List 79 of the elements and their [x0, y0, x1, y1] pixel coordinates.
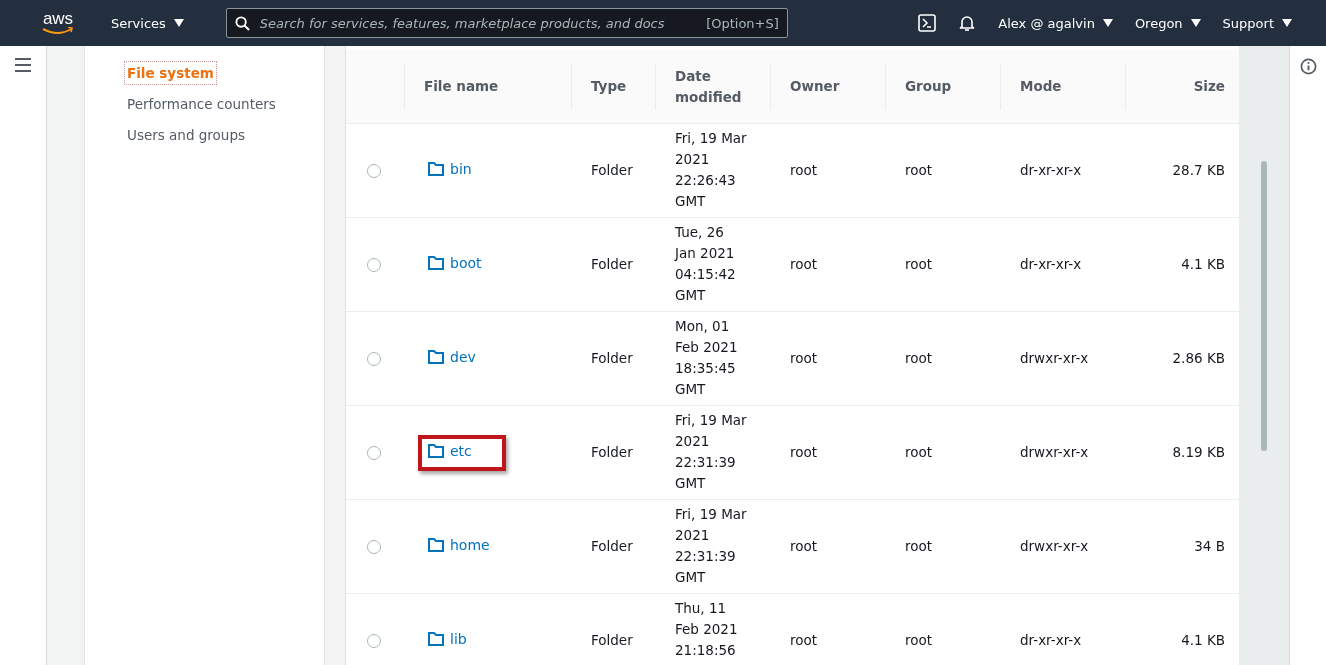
table-cell-text: Fri, 19 Mar 2021 22:31:39 GMT: [674, 505, 747, 587]
scrollbar-thumb[interactable]: [1261, 161, 1267, 451]
caret-icon: [173, 19, 184, 27]
file-link[interactable]: etc: [418, 434, 506, 471]
table-cell-text: root: [789, 443, 818, 462]
table-cell-text: 4.1 KB: [1181, 255, 1226, 274]
folder-icon: [428, 443, 444, 458]
table-cell-text: 2.86 KB: [1172, 349, 1226, 368]
column-header: Group: [885, 50, 1000, 124]
table-cell-text: root: [789, 631, 818, 650]
table-cell-text: 8.19 KB: [1172, 443, 1226, 462]
caret-icon: [1282, 19, 1292, 27]
column-header: File name: [404, 50, 571, 124]
column-header: Owner: [770, 50, 885, 124]
folder-icon: [428, 161, 444, 176]
search-input[interactable]: Search for services, features, marketplace products, and docs: [257, 14, 699, 32]
table-cell-text: root: [904, 631, 933, 650]
table-cell-text: Folder: [590, 161, 633, 180]
row-radio[interactable]: [367, 351, 381, 366]
table-cell-text: 34 B: [1194, 537, 1226, 556]
support-menu[interactable]: Support: [1222, 15, 1292, 31]
sidebar-item[interactable]: Performance counters: [125, 93, 278, 115]
bell-icon[interactable]: [958, 14, 977, 32]
table-cell-text: 28.7 KB: [1172, 161, 1226, 180]
table-cell-text: Folder: [590, 443, 633, 462]
region-menu[interactable]: Oregon: [1134, 15, 1201, 31]
table-cell-text: Folder: [590, 255, 633, 274]
file-link[interactable]: lib: [418, 622, 501, 659]
file-link[interactable]: boot: [418, 246, 516, 283]
table-cell-text: dr-xr-xr-x: [1019, 161, 1082, 180]
search-icon: [234, 15, 250, 31]
caret-icon: [1102, 19, 1113, 27]
table-cell-text: dr-xr-xr-x: [1019, 631, 1082, 650]
account-menu[interactable]: Alex @ agalvin: [998, 15, 1113, 31]
column-header: Size: [1125, 50, 1239, 124]
table-cell-text: Tue, 26 Jan 2021 04:15:42 GMT: [673, 223, 736, 305]
table-cell-text: drwxr-xr-x: [1019, 349, 1089, 368]
folder-icon: [428, 255, 444, 270]
table-cell-text: root: [789, 161, 818, 180]
folder-icon: [428, 537, 444, 552]
table-cell-text: Fri, 19 Mar 2021 22:31:39 GMT: [674, 411, 747, 493]
table-cell-text: Folder: [590, 631, 633, 650]
row-radio[interactable]: [367, 257, 381, 272]
column-header: Date modified: [655, 50, 770, 124]
folder-icon: [428, 349, 444, 364]
row-radio[interactable]: [367, 633, 381, 648]
file-link[interactable]: home: [418, 528, 524, 565]
aws-logo[interactable]: aws: [40, 11, 76, 35]
table-cell-text: root: [904, 443, 933, 462]
table-cell-text: root: [789, 537, 818, 556]
file-link[interactable]: dev: [418, 340, 510, 377]
table-cell-text: 4.1 KB: [1181, 631, 1226, 650]
table-cell-text: root: [789, 349, 818, 368]
column-header: Type: [571, 50, 655, 124]
table-cell-text: drwxr-xr-x: [1019, 443, 1089, 462]
folder-icon: [428, 631, 444, 646]
table-cell-text: root: [789, 255, 818, 274]
table-cell-text: Mon, 01 Feb 2021 18:35:45 GMT: [674, 317, 738, 399]
table-cell-text: drwxr-xr-x: [1019, 537, 1089, 556]
shortcut-hint: [Option+S]: [706, 15, 779, 31]
row-radio[interactable]: [367, 539, 381, 554]
sidebar-item[interactable]: Users and groups: [125, 124, 248, 146]
table-cell-text: Folder: [590, 349, 633, 368]
table-cell-text: Folder: [590, 537, 633, 556]
row-radio[interactable]: [367, 445, 381, 460]
table-cell-text: root: [904, 255, 933, 274]
terminal-icon[interactable]: [918, 14, 937, 32]
table-cell-text: dr-xr-xr-x: [1019, 255, 1082, 274]
column-header: Mode: [1000, 50, 1125, 124]
row-radio[interactable]: [367, 163, 381, 178]
table-cell-text: Fri, 19 Mar 2021 22:26:43 GMT: [674, 129, 747, 211]
table-cell-text: root: [904, 349, 933, 368]
table-cell-text: root: [904, 161, 933, 180]
caret-icon: [1190, 19, 1201, 27]
table-cell-text: Thu, 11 Feb 2021 21:18:56: [674, 599, 738, 660]
table-cell-text: root: [904, 537, 933, 556]
search-field[interactable]: Search for services, features, marketplace products, and docs [Option+S]: [225, 8, 788, 38]
services-menu[interactable]: Services: [111, 15, 184, 31]
file-link[interactable]: bin: [418, 152, 506, 189]
